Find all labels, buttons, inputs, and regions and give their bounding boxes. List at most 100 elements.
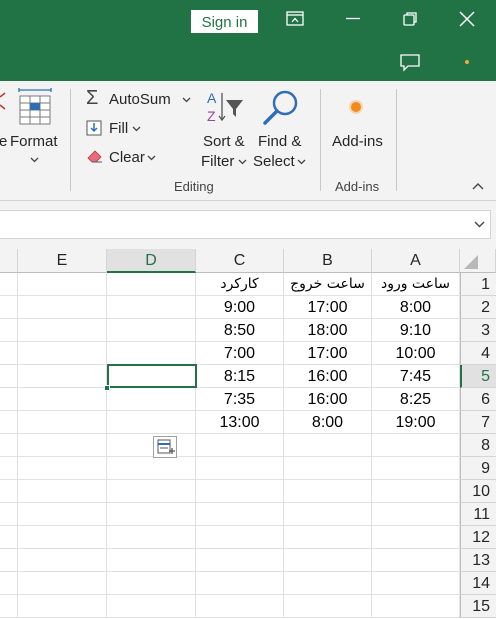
cell-c9[interactable] [196, 457, 284, 480]
column-header-e[interactable]: E [18, 249, 107, 273]
row-header-11[interactable]: 11 [460, 503, 496, 526]
cell-b5[interactable]: 16:00 [284, 365, 372, 388]
chevron-down-icon[interactable] [238, 159, 247, 165]
cell[interactable] [0, 572, 18, 595]
row-header-10[interactable]: 10 [460, 480, 496, 503]
cell-d10[interactable] [107, 480, 196, 503]
cell-e15[interactable] [18, 595, 107, 618]
cell-a1[interactable]: ساعت ورود [372, 273, 460, 296]
cell-b11[interactable] [284, 503, 372, 526]
cell-c15[interactable] [196, 595, 284, 618]
cell[interactable] [0, 595, 18, 618]
cell-c3[interactable]: 8:50 [196, 319, 284, 342]
cell-a2[interactable]: 8:00 [372, 296, 460, 319]
row-header-9[interactable]: 9 [460, 457, 496, 480]
row-header-3[interactable]: 3 [460, 319, 496, 342]
cell-e9[interactable] [18, 457, 107, 480]
cell-c11[interactable] [196, 503, 284, 526]
cell-c4[interactable]: 7:00 [196, 342, 284, 365]
cell-b4[interactable]: 17:00 [284, 342, 372, 365]
chevron-down-icon[interactable] [132, 126, 141, 132]
chevron-down-icon[interactable] [147, 155, 156, 161]
collapse-ribbon-icon[interactable] [472, 182, 484, 190]
cell-e12[interactable] [18, 526, 107, 549]
cell-b1[interactable]: ساعت خروج [284, 273, 372, 296]
clear-button[interactable]: Clear [109, 149, 145, 166]
cell-d13[interactable] [107, 549, 196, 572]
cell[interactable] [0, 480, 18, 503]
cell-e3[interactable] [18, 319, 107, 342]
restore-icon[interactable] [402, 11, 418, 27]
cell-d1[interactable] [107, 273, 196, 296]
cell-a4[interactable]: 10:00 [372, 342, 460, 365]
cell[interactable] [0, 319, 18, 342]
paste-options-icon[interactable] [153, 436, 177, 458]
cell[interactable] [0, 411, 18, 434]
row-header-15[interactable]: 15 [460, 595, 496, 618]
cell-d15[interactable] [107, 595, 196, 618]
cell-c14[interactable] [196, 572, 284, 595]
expand-formula-bar-icon[interactable] [474, 221, 485, 228]
column-header-b[interactable]: B [284, 249, 372, 273]
cell[interactable] [0, 526, 18, 549]
close-icon[interactable] [459, 11, 475, 27]
cell-e14[interactable] [18, 572, 107, 595]
cell-a6[interactable]: 8:25 [372, 388, 460, 411]
row-header-4[interactable]: 4 [460, 342, 496, 365]
addins-button[interactable]: Add-ins [332, 133, 383, 150]
chevron-down-icon[interactable] [297, 159, 306, 165]
magnifier-icon[interactable] [262, 89, 300, 127]
sign-in-button[interactable]: Sign in [191, 10, 258, 33]
cell-a14[interactable] [372, 572, 460, 595]
cell-b15[interactable] [284, 595, 372, 618]
cell-c1[interactable]: کارکرد [196, 273, 284, 296]
row-header-7[interactable]: 7 [460, 411, 496, 434]
cell-a10[interactable] [372, 480, 460, 503]
cell[interactable] [0, 434, 18, 457]
cell-a3[interactable]: 9:10 [372, 319, 460, 342]
find-label[interactable]: Find & [258, 133, 301, 150]
cell-b14[interactable] [284, 572, 372, 595]
cell[interactable] [0, 273, 18, 296]
cell-e7[interactable] [18, 411, 107, 434]
cell-b2[interactable]: 17:00 [284, 296, 372, 319]
cell[interactable] [0, 549, 18, 572]
column-header-a[interactable]: A [372, 249, 460, 273]
row-header-8[interactable]: 8 [460, 434, 496, 457]
cell-d8[interactable] [107, 434, 196, 457]
cell-c8[interactable] [196, 434, 284, 457]
row-header-1[interactable]: 1 [460, 273, 496, 296]
cell-c2[interactable]: 9:00 [196, 296, 284, 319]
cell[interactable] [0, 388, 18, 411]
cell-c10[interactable] [196, 480, 284, 503]
cell-d7[interactable] [107, 411, 196, 434]
cell-b13[interactable] [284, 549, 372, 572]
cell[interactable] [0, 365, 18, 388]
cell-d4[interactable] [107, 342, 196, 365]
cell-e8[interactable] [18, 434, 107, 457]
cell-e5[interactable] [18, 365, 107, 388]
cell-b8[interactable] [284, 434, 372, 457]
cell-a15[interactable] [372, 595, 460, 618]
column-header-partial[interactable] [0, 249, 18, 273]
chevron-down-icon[interactable] [182, 97, 191, 103]
cell-c5[interactable]: 8:15 [196, 365, 284, 388]
cell-b7[interactable]: 8:00 [284, 411, 372, 434]
addins-icon[interactable] [347, 98, 365, 116]
filter-label[interactable]: Filter [201, 153, 234, 170]
fill-button[interactable]: Fill [109, 120, 128, 137]
column-header-d[interactable]: D [107, 249, 196, 273]
cell-a5[interactable]: 7:45 [372, 365, 460, 388]
cell[interactable] [0, 503, 18, 526]
cell-b12[interactable] [284, 526, 372, 549]
cell[interactable] [0, 457, 18, 480]
cell-e6[interactable] [18, 388, 107, 411]
cell-c7[interactable]: 13:00 [196, 411, 284, 434]
column-header-c[interactable]: C [196, 249, 284, 273]
row-header-6[interactable]: 6 [460, 388, 496, 411]
cell-d2[interactable] [107, 296, 196, 319]
select-label[interactable]: Select [253, 153, 295, 170]
cell-b3[interactable]: 18:00 [284, 319, 372, 342]
minimize-icon[interactable] [345, 17, 361, 21]
cell-c12[interactable] [196, 526, 284, 549]
